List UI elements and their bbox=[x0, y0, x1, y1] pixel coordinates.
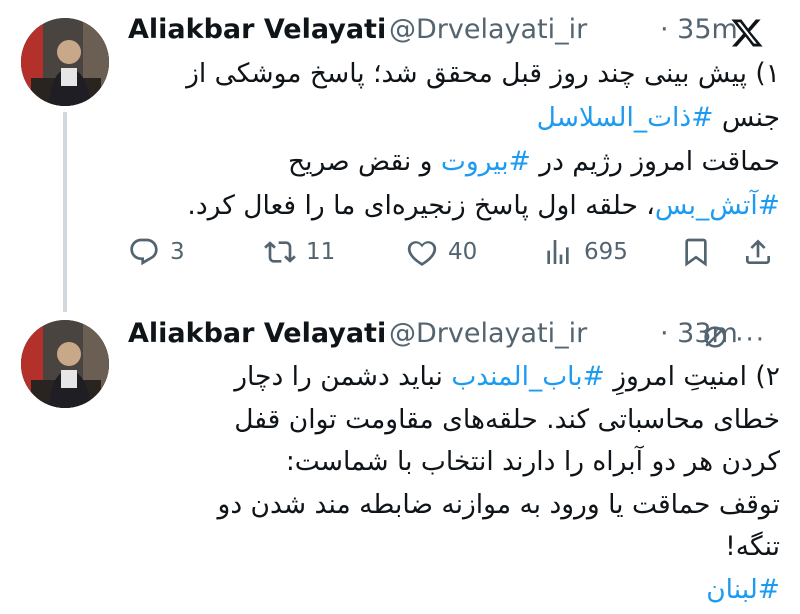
repost-icon bbox=[264, 241, 296, 263]
share-button[interactable] bbox=[742, 230, 774, 274]
avatar[interactable] bbox=[21, 18, 109, 106]
tweet-text: ۱) پیش بینی چند روز قبل محقق شد؛ پاسخ مو… bbox=[128, 52, 780, 228]
like-button[interactable]: 40 bbox=[406, 230, 477, 274]
tweet-line: تنگه! bbox=[725, 531, 780, 562]
x-logo-icon[interactable] bbox=[730, 16, 764, 50]
action-bar: 3 11 40 695 bbox=[128, 230, 788, 274]
views-count: 695 bbox=[584, 239, 628, 265]
heart-icon bbox=[407, 241, 437, 266]
tweet-header: Aliakbar Velayati @Drvelayati_ir · 35m bbox=[128, 8, 788, 52]
hashtag-link[interactable]: #ذات_السلاسل bbox=[537, 102, 714, 133]
reply-count: 3 bbox=[170, 239, 185, 265]
tweet-text: ۲) امنیتِ امروزِ #باب_المندب نباید دشمن … bbox=[128, 356, 780, 611]
grok-icon[interactable] bbox=[700, 322, 730, 352]
repost-count: 11 bbox=[306, 239, 336, 265]
tweet-line: حماقت امروز رژیم در #بیروت و نقض صریح bbox=[287, 146, 780, 177]
reply-button[interactable]: 3 bbox=[128, 230, 185, 274]
tweet-line: #آتش_بس، حلقه اول پاسخ زنجیره‌ای ما را ف… bbox=[187, 190, 780, 221]
share-icon bbox=[746, 239, 770, 264]
tweet-line: #لبنان bbox=[128, 569, 780, 612]
hashtag-link[interactable]: #آتش_بس bbox=[655, 190, 780, 221]
hashtag-link[interactable]: #باب_المندب bbox=[451, 361, 604, 392]
tweet-time[interactable]: · 35m bbox=[660, 8, 738, 52]
bookmark-icon bbox=[685, 238, 707, 267]
tweet-line: کردن هر دو آبراه را دارند انتخاب با شماس… bbox=[285, 446, 780, 477]
bookmark-button[interactable] bbox=[680, 230, 712, 274]
hashtag-link[interactable]: #بیروت bbox=[441, 146, 531, 177]
author-name[interactable]: Aliakbar Velayati bbox=[128, 8, 386, 52]
reply-icon bbox=[130, 238, 158, 266]
author-name[interactable]: Aliakbar Velayati bbox=[128, 312, 386, 356]
like-count: 40 bbox=[448, 239, 478, 265]
author-handle[interactable]: @Drvelayati_ir bbox=[389, 312, 587, 356]
more-icon[interactable]: ··· bbox=[735, 327, 766, 353]
tweet-header: Aliakbar Velayati @Drvelayati_ir · 33m ·… bbox=[128, 312, 788, 356]
tweet-line: جنس #ذات_السلاسل bbox=[536, 102, 780, 133]
thread-line bbox=[63, 112, 67, 312]
tweet-line: ۲) امنیتِ امروزِ #باب_المندب نباید دشمن … bbox=[234, 361, 780, 392]
tweet-line: توقف حماقت یا ورود به موازنه ضابطه مند ش… bbox=[217, 488, 780, 520]
repost-button[interactable]: 11 bbox=[264, 230, 335, 274]
author-handle[interactable]: @Drvelayati_ir bbox=[389, 8, 587, 52]
tweet-line: خطای محاسباتی کند. حلقه‌های مقاومت توان … bbox=[234, 403, 780, 435]
avatar[interactable] bbox=[21, 320, 109, 408]
views-button[interactable]: 695 bbox=[542, 230, 628, 274]
hashtag-link[interactable]: #لبنان bbox=[706, 574, 780, 605]
tweet-line: ۱) پیش بینی چند روز قبل محقق شد؛ پاسخ مو… bbox=[186, 58, 780, 89]
views-icon bbox=[547, 240, 569, 264]
